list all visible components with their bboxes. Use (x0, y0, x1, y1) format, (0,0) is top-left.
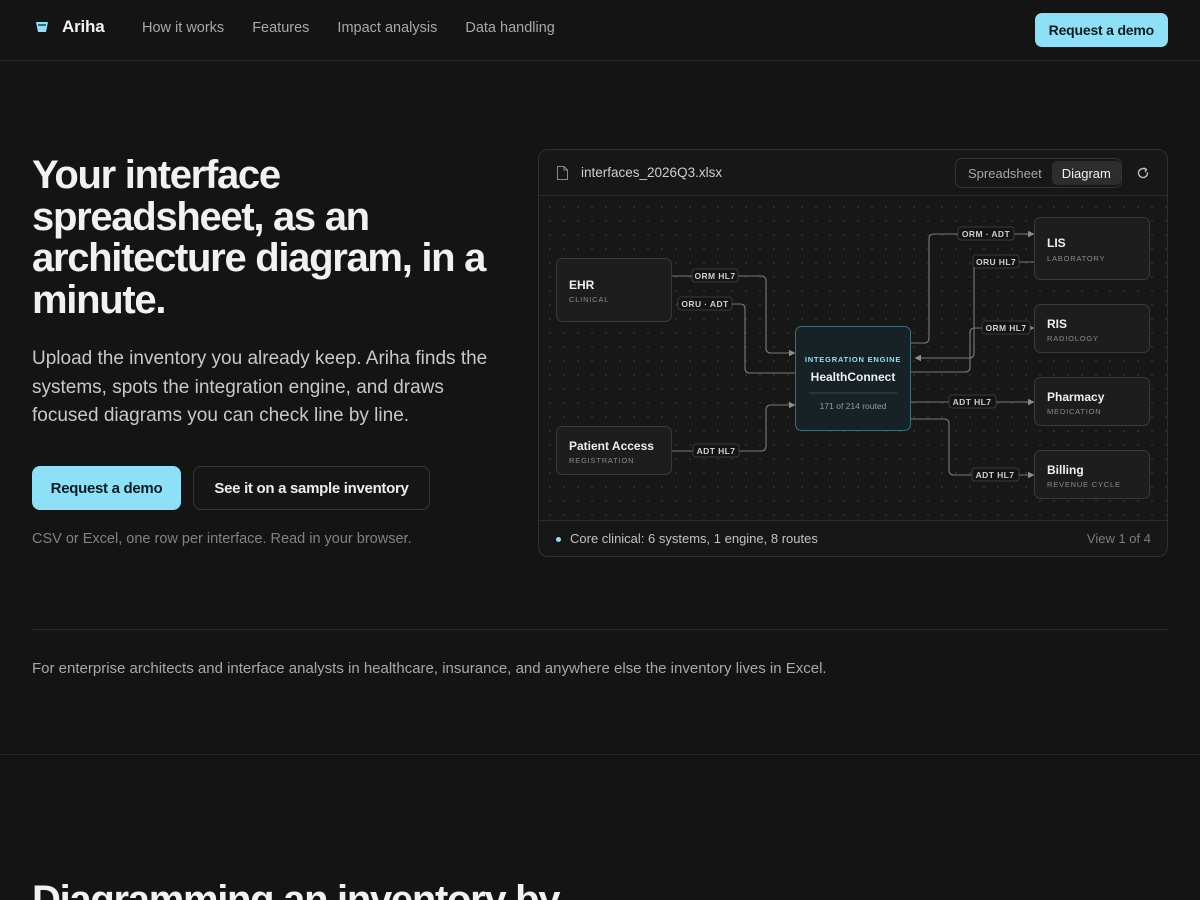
svg-text:ADT HL7: ADT HL7 (953, 397, 992, 407)
svg-text:Patient Access: Patient Access (569, 439, 654, 453)
section-divider (0, 754, 1200, 755)
view-toggle: Spreadsheet Diagram (955, 158, 1122, 188)
route-label-engine-pharmacy: ADT HL7 (948, 394, 997, 409)
card-header: interfaces_2026Q3.xlsx Spreadsheet Diagr… (539, 150, 1167, 196)
view-counter: View 1 of 4 (1086, 531, 1151, 546)
hero-note: CSV or Excel, one row per interface. Rea… (32, 531, 412, 547)
svg-text:INTEGRATION ENGINE: INTEGRATION ENGINE (805, 355, 901, 364)
svg-text:LIS: LIS (1047, 236, 1066, 250)
svg-text:ORM HL7: ORM HL7 (694, 271, 735, 281)
audience-statement: For enterprise architects and interface … (32, 660, 827, 677)
hero-title: Your interface spreadsheet, as an archit… (32, 153, 486, 322)
svg-text:LABORATORY: LABORATORY (1047, 254, 1105, 263)
section-title: Diagramming an inventory by (32, 878, 561, 900)
file-icon (557, 166, 568, 180)
hero-subtitle: Upload the inventory you already keep. A… (32, 348, 488, 426)
nav-link-impact-analysis[interactable]: Impact analysis (337, 20, 437, 36)
node-ehr[interactable]: EHR CLINICAL (556, 258, 672, 322)
node-patient-access[interactable]: Patient Access REGISTRATION (556, 426, 672, 475)
svg-text:MEDICATION: MEDICATION (1047, 407, 1102, 416)
node-pharmacy[interactable]: Pharmacy MEDICATION (1034, 377, 1150, 426)
svg-text:REVENUE CYCLE: REVENUE CYCLE (1047, 480, 1121, 489)
svg-text:RADIOLOGY: RADIOLOGY (1047, 334, 1099, 343)
card-footer: Core clinical: 6 systems, 1 engine, 8 ro… (539, 520, 1167, 556)
svg-text:EHR: EHR (569, 278, 595, 292)
nav-links: How it works Features Impact analysis Da… (142, 20, 555, 36)
svg-text:ORM · ADT: ORM · ADT (962, 229, 1011, 239)
nav-link-how-it-works[interactable]: How it works (142, 20, 224, 36)
nav-link-data-handling[interactable]: Data handling (465, 20, 555, 36)
node-ris[interactable]: RIS RADIOLOGY (1034, 304, 1150, 353)
svg-text:CLINICAL: CLINICAL (569, 295, 609, 304)
brand-name: Ariha (62, 17, 105, 36)
svg-text:Billing: Billing (1047, 463, 1084, 477)
svg-text:ORU · ADT: ORU · ADT (681, 299, 729, 309)
svg-text:REGISTRATION: REGISTRATION (569, 456, 634, 465)
svg-text:Pharmacy: Pharmacy (1047, 390, 1105, 404)
route-label-pa-engine: ADT HL7 (692, 443, 740, 458)
route-ehr-engine (672, 275, 796, 357)
svg-text:ORU HL7: ORU HL7 (976, 257, 1016, 267)
svg-text:ADT HL7: ADT HL7 (976, 470, 1015, 480)
file-name: interfaces_2026Q3.xlsx (581, 165, 723, 180)
diagram-canvas: ORM HL7 ORU · ADT ADT HL7 ORM · ADT ORU … (539, 196, 1167, 520)
svg-text:HealthConnect: HealthConnect (811, 370, 896, 384)
refresh-icon[interactable] (1134, 164, 1152, 182)
tab-diagram[interactable]: Diagram (1051, 161, 1121, 185)
svg-text:171 of 214 routed: 171 of 214 routed (820, 401, 887, 411)
route-label-ehr-engine: ORM HL7 (691, 268, 739, 283)
route-engine-billing (911, 418, 1035, 479)
architecture-diagram: ORM HL7 ORU · ADT ADT HL7 ORM · ADT ORU … (556, 217, 1150, 499)
route-label-lis-engine: ORU HL7 (972, 254, 1020, 269)
route-label-engine-ehr: ORU · ADT (677, 296, 733, 311)
route-lis-engine (914, 261, 1034, 362)
top-nav: Ariha How it works Features Impact analy… (0, 0, 1200, 61)
node-integration-engine[interactable]: INTEGRATION ENGINE HealthConnect 171 of … (795, 326, 911, 431)
diagram-preview-card: interfaces_2026Q3.xlsx Spreadsheet Diagr… (538, 149, 1168, 557)
route-label-engine-ris: ORM HL7 (981, 320, 1031, 335)
diagram-summary: Core clinical: 6 systems, 1 engine, 8 ro… (570, 531, 818, 546)
nav-request-demo-button[interactable]: Request a demo (1034, 13, 1168, 47)
sample-inventory-button[interactable]: See it on a sample inventory (193, 466, 430, 510)
route-label-engine-billing: ADT HL7 (971, 467, 1020, 482)
svg-text:ADT HL7: ADT HL7 (697, 446, 736, 456)
route-engine-ehr (676, 300, 795, 374)
svg-text:RIS: RIS (1047, 317, 1067, 331)
node-billing[interactable]: Billing REVENUE CYCLE (1034, 450, 1150, 499)
divider (32, 629, 1168, 630)
logo-icon (36, 22, 48, 32)
node-lis[interactable]: LIS LABORATORY (1034, 217, 1150, 280)
tab-spreadsheet[interactable]: Spreadsheet (958, 161, 1052, 185)
brand[interactable]: Ariha (34, 17, 105, 37)
status-dot-icon (556, 537, 561, 542)
route-label-engine-lis: ORM · ADT (957, 226, 1015, 241)
nav-link-features[interactable]: Features (252, 20, 309, 36)
svg-text:ORM HL7: ORM HL7 (985, 323, 1026, 333)
hero-request-demo-button[interactable]: Request a demo (32, 466, 181, 510)
